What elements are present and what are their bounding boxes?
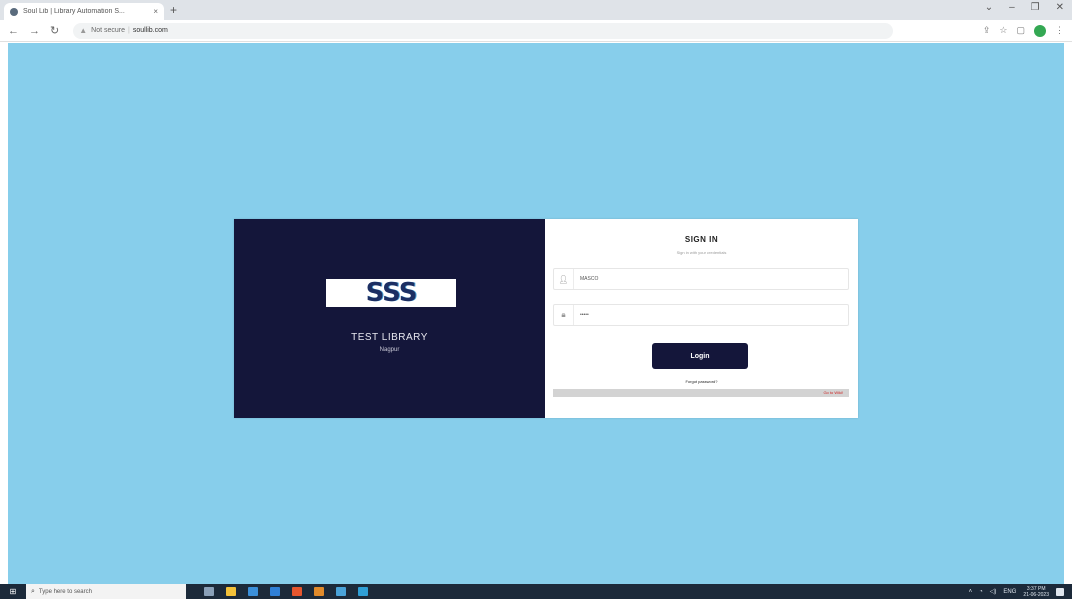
logo-text: SSS bbox=[365, 278, 418, 308]
toolbar-actions: ⇪ ☆ ▢ ⋮ bbox=[983, 24, 1064, 37]
message-bar: Go to Wiki! bbox=[553, 389, 849, 397]
volume-icon[interactable]: ◁) bbox=[990, 588, 997, 595]
forgot-password-link[interactable]: Forgot password? bbox=[545, 379, 858, 384]
notification-icon[interactable] bbox=[1056, 587, 1064, 596]
clock-date: 21-06-2023 bbox=[1023, 591, 1049, 598]
share-icon[interactable]: ⇪ bbox=[983, 25, 991, 36]
store-icon[interactable] bbox=[248, 587, 258, 596]
library-name: TEST LIBRARY bbox=[351, 332, 428, 343]
library-logo: SSS bbox=[326, 279, 456, 307]
login-card: SSS TEST LIBRARY Nagpur SIGN IN Sign in … bbox=[234, 219, 858, 418]
maximize-button[interactable]: ❐ bbox=[1031, 2, 1040, 13]
page-viewport: SSS TEST LIBRARY Nagpur SIGN IN Sign in … bbox=[8, 43, 1064, 584]
address-separator: | bbox=[128, 27, 130, 34]
address-host: soullib.com bbox=[132, 27, 168, 34]
tray-chevron-icon[interactable]: ˄ bbox=[969, 589, 973, 595]
system-tray: ˄ ◔ ◁) ENG 3:37 PM 21-06-2023 bbox=[969, 586, 1072, 598]
signin-panel: SIGN IN Sign in with your credentials 👤︎… bbox=[545, 219, 858, 418]
back-button[interactable]: ← bbox=[8, 25, 19, 37]
signin-title: SIGN IN bbox=[684, 235, 719, 244]
reload-button[interactable]: ↻ bbox=[50, 24, 59, 37]
profile-icon[interactable] bbox=[1034, 24, 1046, 37]
taskbar-search-placeholder: Type here to search bbox=[38, 588, 92, 595]
password-field: 🔒︎ bbox=[553, 304, 849, 326]
chrome-icon[interactable] bbox=[336, 587, 346, 596]
security-label: Not secure bbox=[91, 27, 125, 34]
network-icon[interactable]: ◔ bbox=[979, 589, 983, 595]
browser-toolbar: ← → ↻ ▲ Not secure | soullib.com ⇪ ☆ ▢ ⋮ bbox=[0, 20, 1072, 42]
app-orange-icon[interactable] bbox=[314, 587, 324, 596]
lock-icon: 🔒︎ bbox=[554, 305, 574, 325]
search-icon: ⌕ bbox=[31, 587, 35, 595]
edge-icon[interactable] bbox=[358, 587, 368, 596]
new-tab-button[interactable]: + bbox=[170, 3, 177, 17]
taskbar-apps bbox=[204, 587, 368, 596]
username-input[interactable] bbox=[574, 270, 848, 288]
tab-favicon-icon bbox=[10, 7, 18, 16]
star-icon[interactable]: ☆ bbox=[999, 25, 1007, 36]
sidebar-icon[interactable]: ▢ bbox=[1016, 25, 1025, 36]
tab-search-icon[interactable]: ⌄ bbox=[985, 2, 993, 13]
login-button[interactable]: Login bbox=[652, 343, 748, 369]
file-explorer-icon[interactable] bbox=[226, 587, 236, 596]
language-indicator[interactable]: ENG bbox=[1003, 589, 1016, 595]
taskbar-search[interactable]: ⌕ Type here to search bbox=[26, 584, 186, 599]
app-red-icon[interactable] bbox=[292, 587, 302, 596]
minimize-button[interactable]: – bbox=[1009, 2, 1015, 13]
library-panel: SSS TEST LIBRARY Nagpur bbox=[234, 219, 545, 418]
menu-icon[interactable]: ⋮ bbox=[1055, 25, 1064, 36]
task-view-icon[interactable] bbox=[204, 587, 214, 596]
browser-tabstrip: Soul Lib | Library Automation S... × + ⌄… bbox=[0, 0, 1072, 20]
signin-subtitle: Sign in with your credentials bbox=[676, 250, 727, 255]
mail-icon[interactable] bbox=[270, 587, 280, 596]
library-city: Nagpur bbox=[379, 347, 400, 353]
forward-button[interactable]: → bbox=[29, 25, 40, 37]
warning-icon[interactable]: ▲ bbox=[79, 26, 87, 35]
tab-title: Soul Lib | Library Automation S... bbox=[23, 8, 125, 15]
message-link[interactable]: Go to Wiki! bbox=[823, 390, 843, 395]
close-window-button[interactable]: ✕ bbox=[1056, 2, 1064, 13]
password-input[interactable] bbox=[574, 306, 848, 324]
user-icon: 👤︎ bbox=[554, 269, 574, 289]
browser-tab[interactable]: Soul Lib | Library Automation S... × bbox=[4, 3, 164, 20]
username-field: 👤︎ bbox=[553, 268, 849, 290]
address-bar[interactable]: ▲ Not secure | soullib.com bbox=[73, 22, 894, 39]
clock[interactable]: 3:37 PM 21-06-2023 bbox=[1023, 586, 1049, 598]
windows-start-icon[interactable]: ⊞ bbox=[6, 584, 20, 599]
windows-taskbar: ⊞ ⌕ Type here to search ˄ ◔ ◁) ENG 3:37 … bbox=[0, 584, 1072, 599]
window-controls: ⌄ – ❐ ✕ bbox=[985, 2, 1064, 13]
tab-close-icon[interactable]: × bbox=[153, 7, 158, 16]
